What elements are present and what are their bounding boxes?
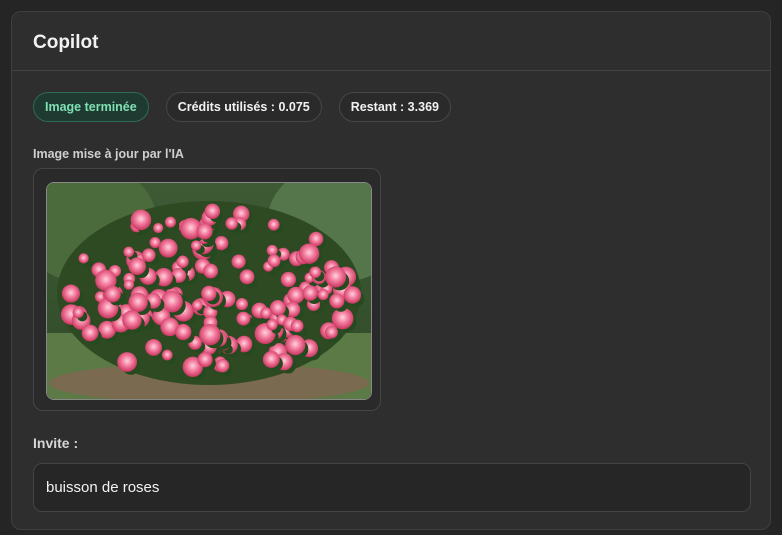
rose-flower bbox=[123, 279, 134, 290]
rose-flower bbox=[267, 218, 280, 231]
generated-image-card bbox=[33, 168, 381, 411]
rose-flower bbox=[128, 292, 148, 313]
rose-flower bbox=[141, 248, 156, 262]
rose-flower bbox=[329, 293, 345, 309]
prompt-label: Invite : bbox=[33, 435, 79, 451]
rose-flower bbox=[203, 263, 219, 279]
rose-flower bbox=[287, 286, 305, 304]
rose-flower bbox=[239, 269, 255, 285]
rose-flower bbox=[130, 209, 152, 231]
rose-flower bbox=[197, 352, 213, 368]
rose-flower bbox=[61, 284, 81, 303]
rose-flower bbox=[104, 285, 121, 303]
rose-flower bbox=[72, 306, 84, 319]
prompt-text: buisson de roses bbox=[46, 479, 160, 496]
rose-flower bbox=[317, 288, 329, 301]
rose-flower bbox=[204, 203, 221, 219]
rose-flower bbox=[78, 253, 89, 264]
rose-flower bbox=[191, 299, 203, 311]
rose-flower bbox=[325, 266, 347, 288]
rose-flower bbox=[199, 323, 221, 346]
panel-header: Copilot bbox=[12, 12, 770, 71]
rose-flower bbox=[196, 223, 213, 240]
rose-flower bbox=[302, 285, 318, 301]
prompt-field[interactable]: buisson de roses bbox=[33, 463, 751, 512]
generated-image[interactable] bbox=[46, 182, 372, 400]
rose-flower bbox=[266, 319, 278, 331]
rose-flower bbox=[145, 339, 162, 356]
panel-title: Copilot bbox=[33, 32, 99, 53]
rose-flower bbox=[128, 257, 146, 275]
copilot-panel: Copilot Image terminée Crédits utilisés … bbox=[11, 11, 771, 530]
rose-flower bbox=[164, 216, 176, 228]
credits-used-badge: Crédits utilisés : 0.075 bbox=[165, 92, 322, 122]
rose-flower bbox=[123, 246, 135, 258]
rose-flower bbox=[269, 300, 286, 317]
rose-flower bbox=[153, 222, 164, 234]
status-badges: Image terminée Crédits utilisés : 0.075 … bbox=[33, 92, 468, 122]
rose-flower bbox=[285, 334, 306, 356]
rose-flower bbox=[158, 238, 178, 258]
rose-flower bbox=[161, 349, 173, 361]
rose-flower bbox=[81, 324, 99, 342]
rose-flower bbox=[290, 319, 304, 333]
rose-flower bbox=[236, 311, 251, 326]
rose-flower bbox=[122, 310, 142, 330]
status-badge: Image terminée bbox=[33, 92, 149, 122]
rose-flower bbox=[280, 271, 297, 288]
rose-flower bbox=[231, 254, 246, 269]
rose-flower bbox=[343, 286, 362, 304]
remaining-credits-badge: Restant : 3.369 bbox=[338, 92, 451, 122]
rose-flower bbox=[190, 240, 202, 251]
rose-flower bbox=[175, 323, 192, 341]
rose-flower bbox=[262, 351, 280, 368]
rose-bush-image bbox=[47, 183, 371, 399]
rose-flower bbox=[266, 244, 278, 256]
rose-flower bbox=[298, 243, 320, 264]
rose-flower bbox=[267, 254, 281, 268]
rose-flower bbox=[235, 297, 249, 311]
rose-flower bbox=[325, 325, 338, 339]
rose-flower bbox=[201, 285, 217, 302]
image-section-label: Image mise à jour par l'IA bbox=[33, 147, 184, 161]
rose-flower bbox=[117, 352, 137, 372]
rose-flower bbox=[225, 217, 238, 230]
rose-flower bbox=[309, 266, 322, 279]
rose-flower bbox=[215, 358, 230, 373]
